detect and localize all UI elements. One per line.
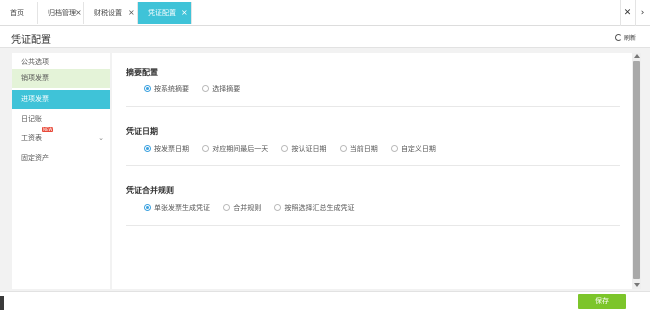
save-button[interactable]: 保存 [578, 294, 626, 309]
chevron-down-icon[interactable]: ⌄ [98, 129, 104, 148]
divider [126, 106, 620, 107]
radio-unchecked-icon[interactable] [390, 145, 398, 152]
refresh-label: 刷新 [623, 35, 636, 42]
refresh-icon [614, 34, 622, 41]
radio-group: 单张发票生成凭证 合并规则 按照选择汇总生成凭证 [144, 203, 365, 213]
section-title: 凭证日期 [126, 127, 158, 136]
scrollbar-thumb[interactable] [633, 61, 640, 279]
tab-label: 凭证配置 [148, 9, 176, 17]
refresh-button[interactable]: 刷新 [614, 33, 636, 42]
tab-home[interactable]: 首页 [0, 2, 38, 24]
section-title: 凭证合并规则 [126, 186, 174, 195]
tab-label: 首页 [10, 9, 24, 17]
scrollbar[interactable] [632, 53, 641, 289]
chevron-right-icon[interactable]: › [635, 0, 649, 26]
scroll-down-icon[interactable] [633, 283, 640, 287]
radio-label: 合并规则 [233, 204, 262, 212]
voucher-merge-section: 凭证合并规则 单张发票生成凭证 合并规则 按照选择汇总生成凭证 [126, 185, 620, 226]
close-icon[interactable]: × [181, 2, 188, 24]
radio-label: 单张发票生成凭证 [154, 204, 210, 212]
tab-tax-settings[interactable]: 财税设置 × [84, 2, 138, 24]
radio-option-invoice-date[interactable]: 按发票日期 [144, 144, 189, 154]
close-icon[interactable]: × [128, 2, 135, 24]
radio-group: 按系统摘要 选择摘要 [144, 84, 251, 94]
section-title: 摘要配置 [126, 68, 158, 77]
page-header: 凭证配置 刷新 [0, 26, 650, 48]
radio-label: 按认证日期 [291, 145, 327, 153]
radio-unchecked-icon[interactable] [339, 145, 347, 152]
radio-unchecked-icon[interactable] [202, 85, 210, 92]
radio-option-summary-by-selection[interactable]: 按照选择汇总生成凭证 [274, 203, 354, 213]
sidebar-item-purchase-invoice[interactable]: 进项发票 [12, 90, 110, 109]
summary-config-section: 摘要配置 按系统摘要 选择摘要 [126, 67, 620, 107]
radio-option-custom-date[interactable]: 自定义日期 [390, 144, 436, 154]
radio-option-certification-date[interactable]: 按认证日期 [281, 144, 326, 154]
voucher-date-section: 凭证日期 按发票日期 对应期间最后一天 按认证日期 当前日期 自定义日期 [126, 126, 620, 166]
radio-unchecked-icon[interactable] [223, 204, 231, 211]
radio-label: 按照选择汇总生成凭证 [284, 204, 355, 212]
sidebar-item-sales-invoice[interactable]: 销项发票 [12, 69, 110, 88]
sidebar-item-fixed-assets[interactable]: 固定资产 [12, 149, 110, 168]
radio-label: 对应期间最后一天 [212, 145, 269, 153]
radio-option-select-summary[interactable]: 选择摘要 [202, 84, 240, 94]
tab-label: 财税设置 [94, 9, 122, 17]
divider [126, 165, 620, 166]
radio-checked-icon[interactable] [144, 85, 151, 92]
radio-option-system-summary[interactable]: 按系统摘要 [144, 84, 189, 94]
tab-bar: 首页 归档管理 × 财税设置 × 凭证配置 × ✕ › [0, 0, 650, 26]
radio-group: 按发票日期 对应期间最后一天 按认证日期 当前日期 自定义日期 [144, 144, 447, 154]
tab-archive-management[interactable]: 归档管理 × [38, 2, 84, 24]
radio-option-period-last-day[interactable]: 对应期间最后一天 [202, 144, 268, 154]
close-icon[interactable]: × [75, 2, 82, 24]
radio-unchecked-icon[interactable] [281, 145, 289, 152]
sidebar-item-label: 销项发票 [21, 74, 49, 82]
sidebar: 公共选项 销项发票 进项发票 日记账 工资表 NEW ⌄ 固定资产 [12, 53, 110, 289]
sidebar-item-label: 工资表 [21, 134, 42, 142]
footer-bar: 保存 [0, 291, 650, 310]
tab-label: 归档管理 [48, 9, 76, 17]
sidebar-item-payroll[interactable]: 工资表 NEW ⌄ [12, 127, 110, 148]
radio-checked-icon[interactable] [144, 145, 151, 152]
radio-label: 按发票日期 [154, 145, 189, 153]
radio-unchecked-icon[interactable] [274, 204, 282, 211]
corner-marker [0, 296, 4, 310]
scroll-up-icon[interactable] [633, 54, 640, 58]
tab-voucher-config[interactable]: 凭证配置 × [138, 2, 192, 24]
config-panel: 摘要配置 按系统摘要 选择摘要 凭证日期 按发票日期 对应期间最后一天 按认证日… [112, 53, 632, 289]
page-title: 凭证配置 [11, 35, 51, 46]
radio-option-merge-rule[interactable]: 合并规则 [223, 203, 261, 213]
sidebar-item-label: 固定资产 [21, 154, 49, 162]
radio-option-single-invoice[interactable]: 单张发票生成凭证 [144, 203, 210, 213]
sidebar-item-label: 日记账 [21, 115, 42, 123]
radio-label: 自定义日期 [400, 145, 436, 153]
sidebar-item-label: 公共选项 [21, 58, 49, 66]
radio-label: 选择摘要 [212, 85, 241, 93]
close-all-tabs-icon[interactable]: ✕ [620, 0, 634, 26]
radio-checked-icon[interactable] [144, 204, 151, 211]
sidebar-item-label: 进项发票 [21, 95, 49, 103]
radio-label: 按系统摘要 [154, 85, 189, 93]
sidebar-item-journal[interactable]: 日记账 [12, 110, 110, 129]
radio-option-current-date[interactable]: 当前日期 [339, 144, 378, 154]
new-badge: NEW [42, 127, 54, 132]
radio-unchecked-icon[interactable] [202, 145, 210, 152]
radio-label: 当前日期 [349, 145, 378, 153]
divider [126, 225, 620, 226]
